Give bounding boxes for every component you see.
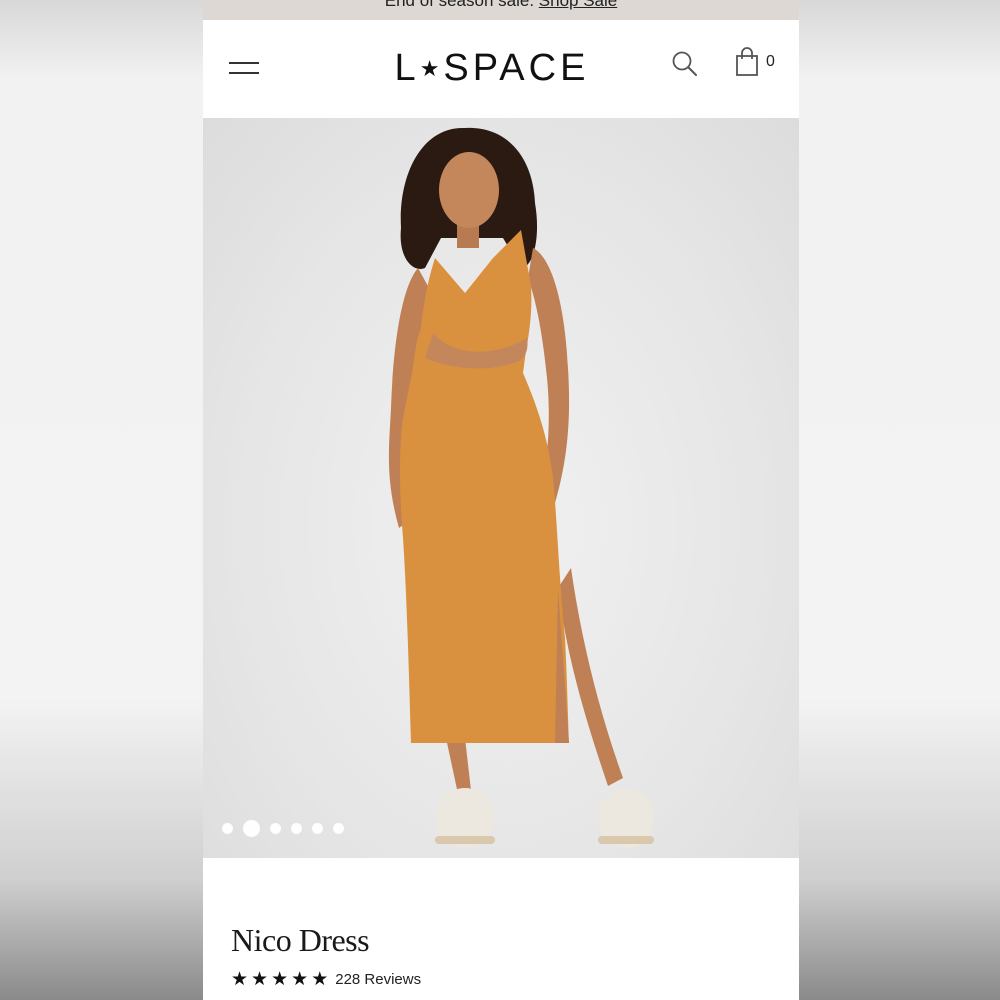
carousel-dot[interactable]: [333, 822, 344, 834]
search-icon[interactable]: [671, 50, 699, 78]
star-icon: ★: [231, 969, 249, 990]
promo-text: End of season sale. Shop Sale: [203, 0, 799, 11]
carousel-dot[interactable]: [270, 822, 281, 834]
carousel-dot[interactable]: [312, 822, 323, 834]
shop-sale-link[interactable]: Shop Sale: [539, 0, 617, 10]
carousel-dot[interactable]: [291, 822, 302, 834]
star-icon: ★: [311, 969, 329, 990]
carousel-dots: [222, 818, 344, 838]
product-info: Nico Dress ★ ★ ★ ★ ★ 228 Reviews: [203, 858, 799, 1000]
promo-message: End of season sale.: [384, 0, 535, 10]
shopping-bag-icon[interactable]: [735, 47, 761, 77]
mobile-page: End of season sale. Shop Sale L★SPACE 0: [203, 0, 799, 1000]
promo-banner: End of season sale. Shop Sale: [203, 0, 799, 20]
product-title: Nico Dress: [231, 922, 370, 958]
carousel-dot[interactable]: [222, 822, 233, 834]
review-count-link[interactable]: 228 Reviews: [335, 971, 421, 988]
brand-logo[interactable]: L★ SPACE: [389, 46, 595, 90]
carousel-dot-active[interactable]: [243, 819, 260, 837]
star-icon: ★: [271, 969, 289, 990]
star-icon: ★: [251, 969, 269, 990]
hamburger-menu-icon[interactable]: [229, 60, 259, 76]
cart-count: 0: [766, 53, 775, 70]
site-header: L★ SPACE 0: [203, 20, 799, 118]
star-icon: ★: [291, 969, 309, 990]
product-image[interactable]: [203, 118, 799, 858]
model-illustration: [388, 127, 654, 848]
rating-row[interactable]: ★ ★ ★ ★ ★ 228 Reviews: [231, 970, 421, 989]
